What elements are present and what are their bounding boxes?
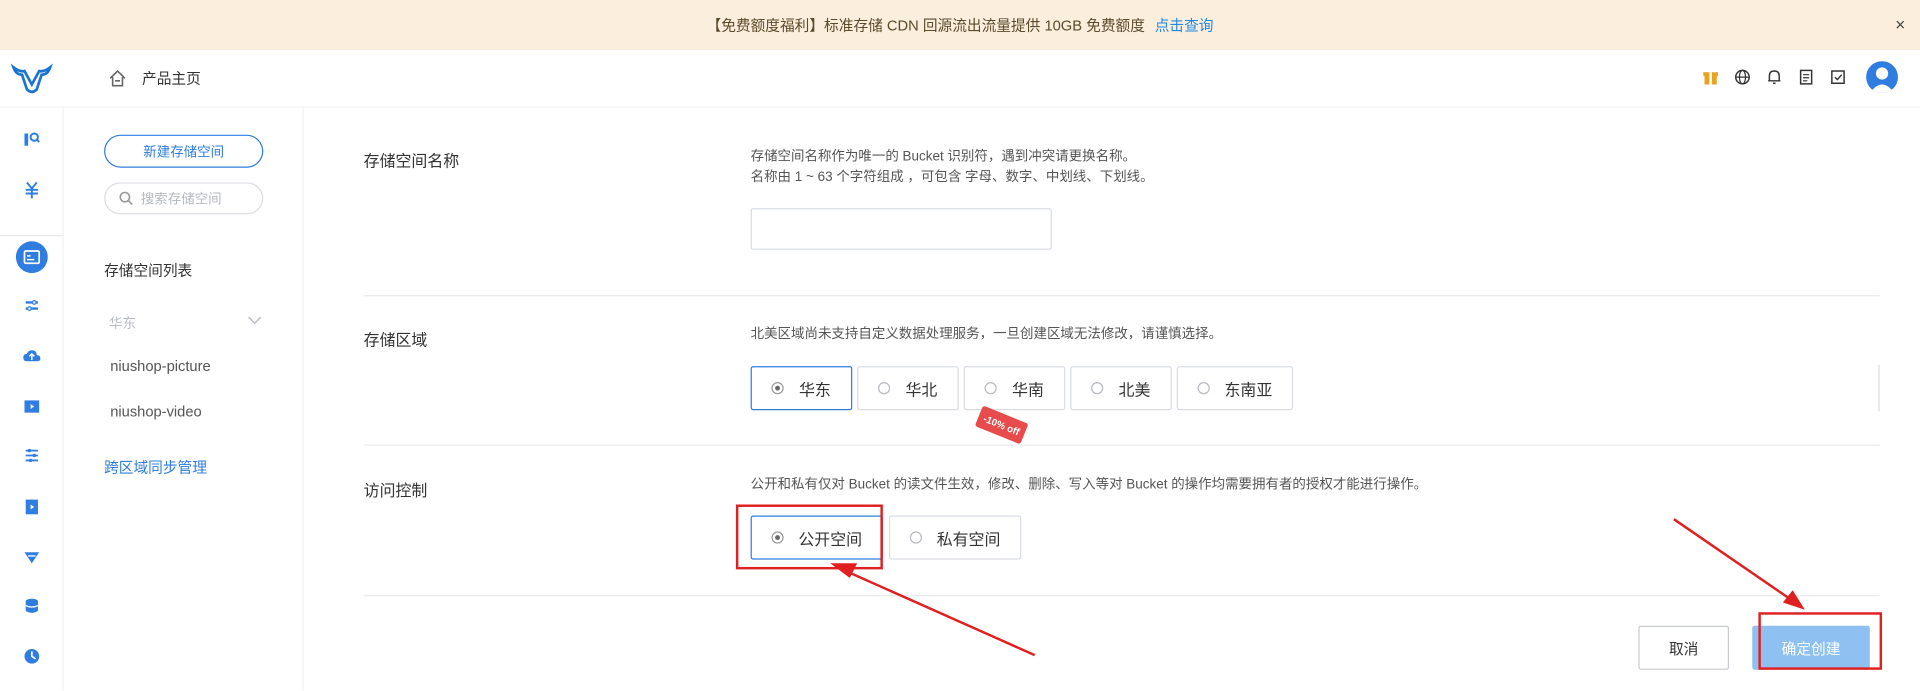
rail-settings-icon[interactable] [20, 294, 44, 318]
rail-cdn-icon[interactable] [20, 545, 44, 569]
bucket-name-label: 存储空间名称 [363, 151, 460, 171]
radio-selected-icon [772, 382, 785, 395]
bucket-list-item[interactable]: niushop-picture [110, 358, 210, 375]
bucket-name-hint: 存储空间名称作为唯一的 Bucket 识别符，遇到冲突请更换名称。 名称由 1 … [751, 147, 1154, 189]
bell-icon[interactable] [1766, 69, 1783, 86]
banner-close-button[interactable]: × [1895, 15, 1905, 35]
bucket-name-input[interactable] [750, 208, 1052, 250]
user-icon [1869, 67, 1895, 94]
bucket-name-hint-line: 存储空间名称作为唯一的 Bucket 识别符，遇到冲突请更换名称。 [750, 149, 1137, 165]
new-bucket-button[interactable]: 新建存储空间 [104, 134, 264, 168]
access-option-label: 私有空间 [936, 529, 1001, 548]
rail-analytics-icon[interactable] [20, 644, 44, 668]
region-option-north-america[interactable]: 北美 [1070, 366, 1172, 411]
region-option-label: 华东 [798, 380, 831, 399]
cross-region-sync-link[interactable]: 跨区域同步管理 [104, 457, 207, 478]
access-control-hint: 公开和私有仅对 Bucket 的读文件生效，修改、删除、写入等对 Bucket … [750, 477, 1428, 493]
search-icon [119, 191, 133, 206]
bucket-sidebar: 新建存储空间 搜索存储空间 存储空间列表 华东 niushop-picture … [63, 107, 304, 691]
qiniu-logo[interactable] [10, 60, 54, 97]
rail-divider [0, 235, 64, 237]
cancel-button[interactable]: 取消 [1638, 625, 1729, 670]
rail-video-icon[interactable] [20, 394, 44, 418]
rail-billing-icon[interactable] [20, 178, 44, 202]
region-label: 存储区域 [363, 330, 428, 349]
scroll-edge [1878, 364, 1880, 412]
product-home-link[interactable]: 产品主页 [108, 67, 201, 88]
task-check-icon[interactable] [1829, 69, 1846, 86]
form-divider [363, 595, 1880, 597]
region-option-label: 北美 [1118, 380, 1151, 399]
rail-overview-icon[interactable] [20, 127, 44, 151]
banner-text: 【免费额度福利】标准存储 CDN 回源流出流量提供 10GB 免费额度 [706, 17, 1145, 35]
form-divider [363, 295, 1880, 297]
app-root: 【免费额度福利】标准存储 CDN 回源流出流量提供 10GB 免费额度 点击查询… [0, 0, 1920, 691]
rail-database-icon[interactable] [20, 594, 44, 618]
create-bucket-form: 存储空间名称 存储空间名称作为唯一的 Bucket 识别符，遇到冲突请更换名称。… [303, 107, 1920, 691]
rail-filter-icon[interactable] [20, 443, 44, 467]
region-option-label: 华北 [905, 380, 938, 399]
radio-icon [1197, 382, 1210, 395]
region-hint: 北美区域尚未支持自定义数据处理服务，一旦创建区域无法修改，请谨慎选择。 [750, 326, 1223, 342]
radio-icon [909, 531, 923, 544]
header-toolbar [1702, 69, 1846, 86]
search-placeholder: 搜索存储空间 [140, 192, 222, 207]
region-option-north-china[interactable]: 华北 [857, 366, 959, 411]
radio-icon [878, 382, 891, 395]
home-label: 产品主页 [142, 69, 201, 87]
promo-banner: 【免费额度福利】标准存储 CDN 回源流出流量提供 10GB 免费额度 点击查询… [0, 0, 1920, 51]
bucket-name-hint-line: 名称由 1 ~ 63 个字符组成 ，可包含 字母、数字、中划线、下划线。 [750, 170, 1154, 185]
radio-icon [1091, 382, 1104, 395]
product-rail [0, 107, 64, 691]
bucket-list-title: 存储空间列表 [104, 262, 193, 280]
top-header: 产品主页 [0, 50, 1920, 108]
document-icon[interactable] [1798, 69, 1815, 86]
user-avatar[interactable] [1866, 61, 1898, 94]
radio-icon [985, 382, 998, 395]
region-option-southeast-asia[interactable]: 东南亚 [1176, 366, 1294, 411]
discount-tag: -10% off [974, 405, 1029, 445]
bucket-list-item[interactable]: niushop-video [110, 403, 201, 420]
region-group-label[interactable]: 华东 [109, 313, 136, 333]
rail-storage-icon[interactable] [15, 241, 48, 274]
form-divider [363, 444, 1880, 446]
annotation-highlight-box [1758, 612, 1883, 670]
region-option-south-china[interactable]: 华南 [963, 366, 1066, 411]
banner-link[interactable]: 点击查询 [1155, 15, 1214, 36]
access-control-label: 访问控制 [363, 481, 428, 500]
region-option-east-china[interactable]: 华东 [750, 366, 853, 411]
annotation-highlight-box [735, 504, 883, 570]
home-icon [109, 69, 126, 86]
region-option-label: 东南亚 [1224, 380, 1273, 399]
rail-media-icon[interactable] [20, 495, 44, 519]
globe-icon[interactable] [1734, 69, 1751, 86]
bucket-search-input[interactable]: 搜索存储空间 [104, 182, 264, 215]
region-option-label: 华南 [1012, 380, 1044, 399]
chevron-down-icon[interactable] [247, 316, 262, 326]
rail-cloud-icon[interactable] [20, 344, 44, 368]
gift-icon[interactable] [1702, 69, 1719, 86]
access-option-private[interactable]: 私有空间 [888, 515, 1022, 560]
